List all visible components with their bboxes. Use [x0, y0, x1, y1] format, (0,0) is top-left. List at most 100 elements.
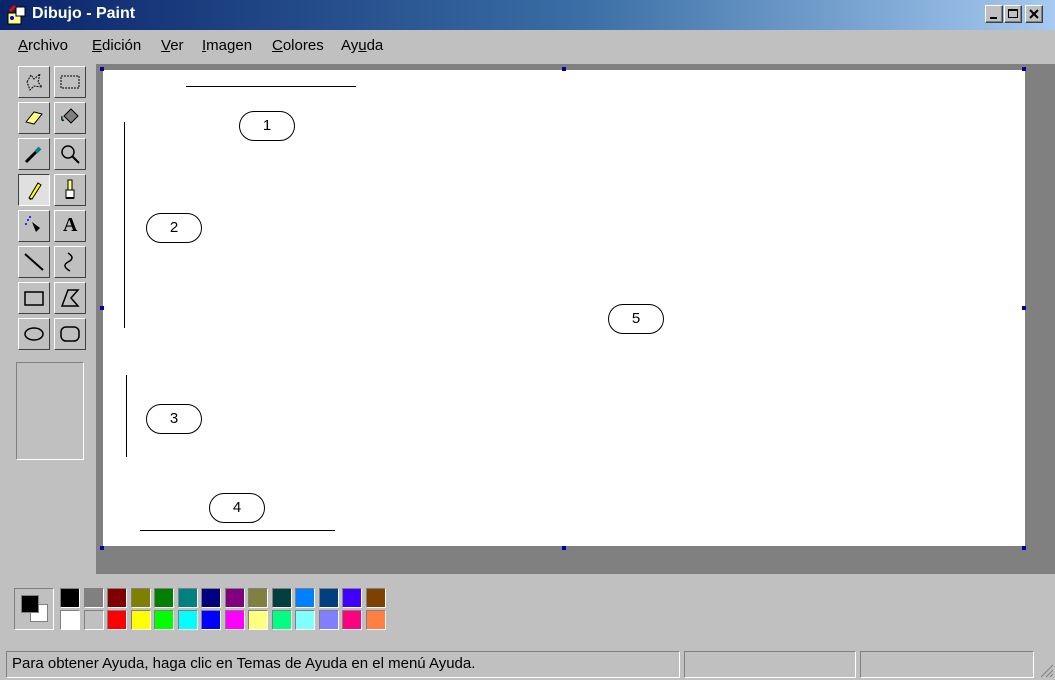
tool-ellipse[interactable]	[18, 318, 50, 350]
free-select-icon	[26, 72, 44, 91]
color-swatch[interactable]	[295, 610, 315, 630]
color-swatch[interactable]	[60, 588, 80, 608]
rect-select-icon	[60, 75, 80, 89]
color-swatch[interactable]	[107, 588, 127, 608]
callout-3: 3	[146, 404, 202, 434]
maximize-icon	[1008, 9, 1018, 18]
tool-brush[interactable]	[54, 174, 86, 206]
color-swatch[interactable]	[201, 610, 221, 630]
brush-icon	[65, 179, 75, 199]
menu-archivo[interactable]: Archivo	[18, 37, 68, 54]
drawn-line-bottom	[140, 530, 335, 531]
tool-text[interactable]: A	[54, 210, 86, 242]
drawn-line-left-lower	[126, 375, 127, 457]
color-swatch[interactable]	[178, 610, 198, 630]
menu-colores[interactable]: Colores	[272, 37, 324, 54]
paint-app-icon[interactable]	[6, 4, 28, 26]
eraser-icon	[25, 111, 43, 125]
resize-handle-middle-right[interactable]	[1022, 306, 1026, 310]
color-swatch[interactable]	[154, 588, 174, 608]
color-swatch[interactable]	[107, 610, 127, 630]
resize-handle-top-left	[100, 67, 104, 71]
tool-options-box[interactable]	[16, 362, 84, 460]
menu-imagen[interactable]: Imagen	[202, 37, 252, 54]
tool-magnifier[interactable]	[54, 138, 86, 170]
tool-fill[interactable]	[54, 102, 86, 134]
callout-5: 5	[608, 304, 664, 334]
eyedropper-icon	[24, 146, 42, 164]
ellipse-icon	[24, 327, 44, 341]
maximize-button[interactable]	[1004, 5, 1022, 23]
tool-line[interactable]	[18, 246, 50, 278]
rectangle-icon	[24, 291, 44, 306]
line-icon	[24, 253, 44, 271]
resize-grip-icon[interactable]	[1038, 662, 1054, 678]
color-swatch[interactable]	[248, 610, 268, 630]
foreground-color-swatch	[21, 595, 39, 613]
color-swatch[interactable]	[319, 588, 339, 608]
tool-curve[interactable]	[54, 246, 86, 278]
minimize-button[interactable]	[985, 5, 1003, 23]
tool-rounded-rectangle[interactable]	[54, 318, 86, 350]
tool-pencil[interactable]	[18, 174, 50, 206]
pencil-icon	[28, 182, 42, 200]
tool-eraser[interactable]	[18, 102, 50, 134]
resize-handle-top-center	[562, 67, 566, 71]
tool-rect-select[interactable]	[54, 66, 86, 98]
color-swatch[interactable]	[225, 588, 245, 608]
drawn-line-top	[186, 86, 356, 87]
color-swatch[interactable]	[178, 588, 198, 608]
color-swatch[interactable]	[201, 588, 221, 608]
resize-handle-bottom-right[interactable]	[1022, 546, 1026, 550]
color-swatch[interactable]	[154, 610, 174, 630]
menu-ayuda[interactable]: Ayuda	[341, 37, 383, 54]
resize-handle-bottom-left	[100, 546, 104, 550]
drawn-line-left-upper	[124, 122, 125, 328]
color-swatch[interactable]	[272, 588, 292, 608]
color-swatch[interactable]	[342, 588, 362, 608]
color-swatch[interactable]	[366, 610, 386, 630]
current-colors	[14, 588, 54, 630]
close-button[interactable]	[1025, 5, 1043, 23]
tool-rectangle[interactable]	[18, 282, 50, 314]
window-title: Dibujo - Paint	[32, 5, 136, 22]
text-icon: A	[63, 214, 78, 236]
menu-bar: Archivo Edición Ver Imagen Colores Ayuda	[0, 30, 1055, 62]
tool-polygon[interactable]	[54, 282, 86, 314]
color-swatch[interactable]	[84, 588, 104, 608]
callout-2: 2	[146, 213, 202, 243]
resize-handle-middle-left	[100, 306, 104, 310]
resize-handle-bottom-center[interactable]	[562, 546, 566, 550]
title-bar	[0, 0, 1055, 30]
rounded-rectangle-icon	[60, 326, 80, 342]
tool-free-select[interactable]	[18, 66, 50, 98]
color-swatch[interactable]	[295, 588, 315, 608]
curve-icon	[64, 252, 73, 272]
callout-1: 1	[239, 111, 295, 141]
resize-handle-top-right	[1022, 67, 1026, 71]
magnifier-icon	[61, 145, 80, 164]
color-swatch[interactable]	[131, 588, 151, 608]
tool-pick-color[interactable]	[18, 138, 50, 170]
color-swatch[interactable]	[131, 610, 151, 630]
color-swatch[interactable]	[366, 588, 386, 608]
color-swatch[interactable]	[248, 588, 268, 608]
airbrush-icon	[25, 216, 40, 232]
polygon-icon	[60, 289, 80, 307]
close-icon	[1029, 9, 1039, 19]
menu-edicion[interactable]: Edición	[92, 37, 141, 54]
minimize-icon	[990, 17, 997, 19]
color-swatch[interactable]	[319, 610, 339, 630]
tool-airbrush[interactable]	[18, 210, 50, 242]
color-swatch[interactable]	[84, 610, 104, 630]
color-swatch[interactable]	[225, 610, 245, 630]
callout-4: 4	[209, 493, 265, 523]
color-swatch[interactable]	[272, 610, 292, 630]
status-panel-position	[684, 651, 856, 678]
menu-ver[interactable]: Ver	[161, 37, 184, 54]
paint-bucket-icon	[61, 108, 79, 124]
toolbox: A	[8, 64, 92, 574]
color-swatch[interactable]	[342, 610, 362, 630]
drawing-canvas[interactable]: 1 2 3 4 5	[103, 70, 1025, 546]
color-swatch[interactable]	[60, 610, 80, 630]
